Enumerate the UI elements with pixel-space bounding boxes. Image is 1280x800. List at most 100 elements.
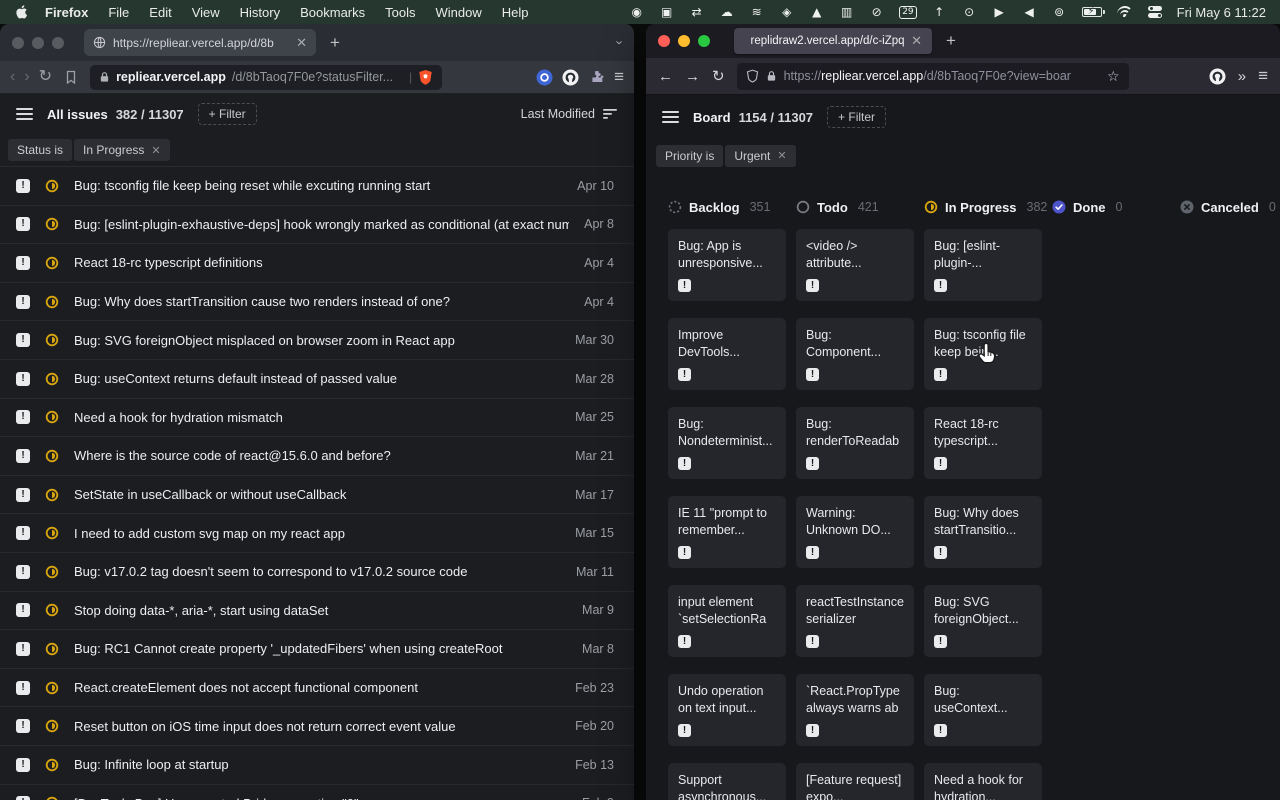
swap-icon[interactable]: ⇄ [689, 4, 704, 20]
board-card[interactable]: Undo operation on text input...! [668, 674, 786, 746]
issue-row[interactable]: ![DevTools Bug] Unsupported Bridge opera… [0, 785, 634, 800]
new-tab-button[interactable]: + [330, 33, 340, 53]
board-card[interactable]: Bug: renderToReadab! [796, 407, 914, 479]
remove-filter-icon[interactable]: ✕ [151, 144, 160, 157]
tab-close-icon[interactable]: ✕ [296, 35, 307, 51]
do-not-disturb-icon[interactable]: ⊘ [869, 4, 884, 20]
board-card[interactable]: Bug: useContext...! [924, 674, 1042, 746]
add-filter-button[interactable]: + Filter [827, 106, 886, 128]
extensions-puzzle-icon[interactable] [588, 69, 605, 86]
dropbox-icon[interactable]: ◈ [779, 4, 794, 20]
filter-value-chip[interactable]: In Progress ✕ [74, 139, 170, 161]
menu-edit[interactable]: Edit [149, 5, 171, 20]
menu-history[interactable]: History [240, 5, 280, 20]
board-card[interactable]: Bug: Component...! [796, 318, 914, 390]
board-card[interactable]: Bug: SVG foreignObject...! [924, 585, 1042, 657]
apple-menu-icon[interactable] [14, 4, 29, 20]
columns-icon[interactable]: ▥ [839, 4, 854, 20]
zoom-window-button[interactable] [698, 35, 710, 47]
board-card[interactable]: Bug: App is unresponsive...! [668, 229, 786, 301]
password-manager-icon[interactable] [536, 69, 553, 86]
remove-filter-icon[interactable]: ✕ [777, 149, 786, 162]
menu-file[interactable]: File [108, 5, 129, 20]
issue-row[interactable]: !Stop doing data-*, aria-*, start using … [0, 592, 634, 631]
overflow-chevron-icon[interactable]: » [1238, 68, 1246, 85]
bookmark-star-icon[interactable]: ☆ [1107, 68, 1120, 85]
menu-firefox[interactable]: Firefox [45, 5, 88, 20]
sidebar-menu-icon[interactable] [16, 108, 33, 120]
issue-row[interactable]: !React.createElement does not accept fun… [0, 669, 634, 708]
issue-row[interactable]: !Bug: Why does startTransition cause two… [0, 283, 634, 322]
issue-row[interactable]: !Bug: Infinite loop at startupFeb 13 [0, 746, 634, 785]
menu-bookmarks[interactable]: Bookmarks [300, 5, 365, 20]
menu-view[interactable]: View [192, 5, 220, 20]
board-card[interactable]: [Feature request] expo...! [796, 763, 914, 800]
menu-help[interactable]: Help [502, 5, 529, 20]
siri-icon[interactable]: ⊚ [1052, 4, 1067, 20]
add-filter-button[interactable]: + Filter [198, 103, 257, 125]
issue-row[interactable]: !Bug: v17.0.2 tag doesn't seem to corres… [0, 553, 634, 592]
browser-tab[interactable]: https://repliear.vercel.app/d/8b ✕ [84, 29, 316, 56]
minimize-window-button[interactable] [32, 37, 44, 49]
issue-row[interactable]: !Bug: useContext returns default instead… [0, 360, 634, 399]
issue-row[interactable]: !Bug: SVG foreignObject misplaced on bro… [0, 321, 634, 360]
upload-icon[interactable]: ↑ [932, 4, 947, 20]
menu-tools[interactable]: Tools [385, 5, 415, 20]
cloud-icon[interactable]: ☁ [719, 4, 734, 20]
volume-icon[interactable]: ◀ [1022, 4, 1037, 20]
sidebar-menu-icon[interactable] [662, 111, 679, 123]
calendar-icon[interactable]: 29 [899, 4, 916, 20]
browser-menu-icon[interactable]: ≡ [614, 67, 624, 87]
bookmark-icon[interactable] [64, 70, 78, 85]
issue-row[interactable]: !Bug: [eslint-plugin-exhaustive-deps] ho… [0, 206, 634, 245]
issue-row[interactable]: !React 18-rc typescript definitionsApr 4 [0, 244, 634, 283]
issue-row[interactable]: !Where is the source code of react@15.6.… [0, 437, 634, 476]
board-card[interactable]: input element `setSelectionRa! [668, 585, 786, 657]
issue-row[interactable]: !Need a hook for hydration mismatchMar 2… [0, 399, 634, 438]
reload-button[interactable]: ↻ [39, 69, 52, 85]
board-card[interactable]: Bug: Why does startTransitio...! [924, 496, 1042, 568]
wifi-icon[interactable] [1117, 4, 1133, 20]
issue-row[interactable]: !Bug: RC1 Cannot create property '_updat… [0, 630, 634, 669]
forward-button[interactable]: › [24, 69, 29, 85]
filter-field-chip[interactable]: Status is [8, 139, 72, 161]
screen-share-icon[interactable]: ▲ [809, 4, 824, 20]
board-card[interactable]: Bug: Nondeterminist...! [668, 407, 786, 479]
board-card[interactable]: `React.PropType always warns ab! [796, 674, 914, 746]
tab-list-chevron-icon[interactable]: › [612, 40, 627, 44]
issue-row[interactable]: !Reset button on iOS time input does not… [0, 707, 634, 746]
battery-icon[interactable]: ⚡ [1082, 4, 1102, 20]
browser-tab[interactable]: replidraw2.vercel.app/d/c-iZpq ✕ [734, 28, 932, 54]
board-card[interactable]: reactTestInstance serializer! [796, 585, 914, 657]
brave-shield-icon[interactable] [418, 69, 433, 86]
board-card[interactable]: Need a hook for hydration...! [924, 763, 1042, 800]
camera-icon[interactable]: ▣ [659, 4, 674, 20]
menu-window[interactable]: Window [436, 5, 482, 20]
back-button[interactable]: ← [658, 68, 673, 85]
play-icon[interactable]: ▶ [992, 4, 1007, 20]
board-card[interactable]: React 18-rc typescript...! [924, 407, 1042, 479]
sort-label[interactable]: Last Modified [521, 107, 595, 121]
tracking-shield-icon[interactable] [746, 69, 759, 83]
address-bar[interactable]: https:// repliear.vercel.app /d/8bTaoq7F… [737, 63, 1129, 90]
back-button[interactable]: ‹ [10, 69, 15, 85]
sort-icon[interactable] [603, 108, 618, 120]
board-card[interactable]: Support asynchronous...! [668, 763, 786, 800]
minimize-window-button[interactable] [678, 35, 690, 47]
filter-field-chip[interactable]: Priority is [656, 145, 723, 167]
new-tab-button[interactable]: + [946, 31, 956, 51]
control-center-icon[interactable] [1148, 4, 1163, 20]
github-extension-icon[interactable] [1209, 68, 1226, 85]
board-card[interactable]: Bug: [eslint-plugin-...! [924, 229, 1042, 301]
screen-record-icon[interactable]: ◉ [629, 4, 644, 20]
docker-icon[interactable]: ≋ [749, 4, 764, 20]
issue-row[interactable]: !SetState in useCallback or without useC… [0, 476, 634, 515]
board-card[interactable]: Improve DevTools...! [668, 318, 786, 390]
address-bar[interactable]: repliear.vercel.app /d/8bTaoq7F0e?status… [90, 65, 442, 90]
close-window-button[interactable] [658, 35, 670, 47]
reload-button[interactable]: ↻ [712, 67, 725, 85]
github-extension-icon[interactable] [562, 69, 579, 86]
board-card[interactable]: Bug: tsconfig file keep bein...! [924, 318, 1042, 390]
board-card[interactable]: <video /> attribute...! [796, 229, 914, 301]
close-window-button[interactable] [12, 37, 24, 49]
